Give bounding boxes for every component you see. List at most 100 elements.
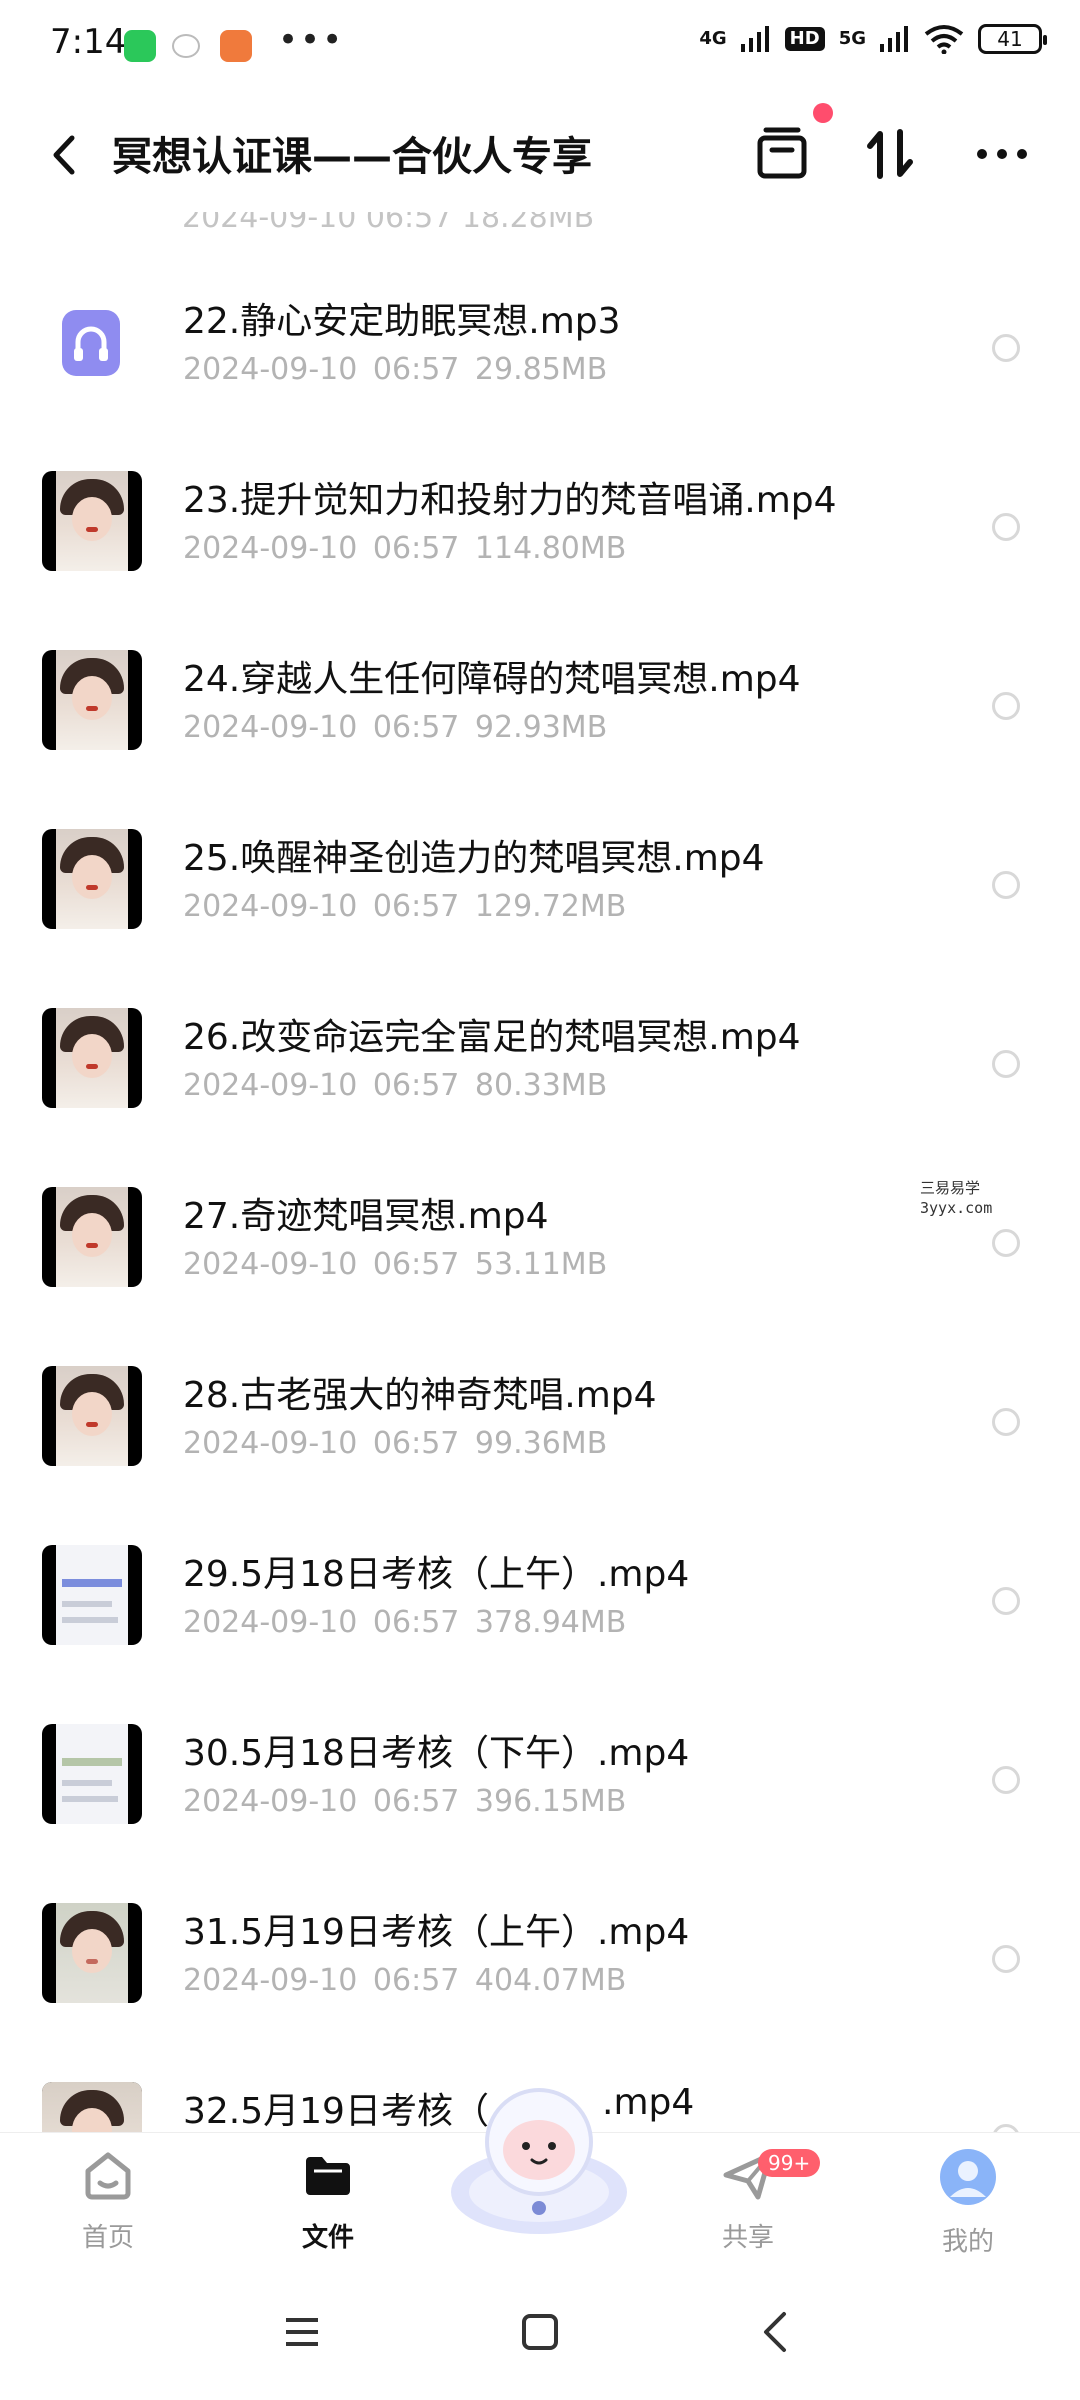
notification-dot [813, 103, 833, 123]
select-radio[interactable] [992, 1587, 1020, 1615]
file-date: 2024-09-10 [183, 889, 358, 924]
file-size: 404.07MB [474, 1963, 627, 1998]
video-thumbnail [42, 1903, 142, 2003]
file-size: 99.36MB [474, 1426, 608, 1461]
file-name: 23.提升觉知力和投射力的梵音唱诵.mp4 [183, 480, 837, 521]
file-row[interactable]: 27.奇迹梵唱冥想.mp4 2024-09-10 06:57 53.11MB [0, 1165, 1080, 1344]
folder-icon [306, 2157, 350, 2195]
partial-file-meta: 2024-09-10 06:57 18.28MB [182, 212, 595, 235]
signal-5g-label: 5G [838, 28, 866, 49]
top-bar: 冥想认证课——合伙人专享 [0, 100, 1080, 210]
select-radio[interactable] [992, 1229, 1020, 1257]
back-arrow-icon[interactable] [44, 130, 84, 180]
assistant-mascot-button[interactable] [444, 2080, 634, 2240]
select-radio[interactable] [992, 2124, 1020, 2132]
more-options-icon[interactable] [972, 124, 1032, 184]
select-radio[interactable] [992, 1945, 1020, 1973]
file-size: 53.11MB [474, 1247, 608, 1282]
file-meta: 2024-09-10 06:57 80.33MB [183, 1068, 607, 1103]
share-count-badge: 99+ [758, 2149, 821, 2177]
file-time: 06:57 [372, 1963, 460, 1998]
file-name: 27.奇迹梵唱冥想.mp4 [183, 1196, 549, 1237]
video-thumbnail [42, 1008, 142, 1108]
wifi-icon [924, 25, 964, 54]
file-meta: 2024-09-10 06:57 378.94MB [183, 1605, 626, 1640]
file-meta: 2024-09-10 06:57 53.11MB [183, 1247, 607, 1282]
video-thumbnail [42, 1366, 142, 1466]
file-meta: 2024-09-10 06:57 396.15MB [183, 1784, 626, 1819]
battery-indicator: 41 [978, 24, 1047, 54]
file-size: 114.80MB [474, 531, 627, 566]
nav-files[interactable]: 文件 [268, 2147, 388, 2254]
file-date: 2024-09-10 [183, 710, 358, 745]
file-time: 06:57 [372, 531, 460, 566]
file-time: 06:57 [372, 889, 460, 924]
select-radio[interactable] [992, 871, 1020, 899]
home-square-icon[interactable] [520, 2312, 560, 2352]
select-radio[interactable] [992, 692, 1020, 720]
file-row[interactable]: 30.5月18日考核（下午）.mp4 2024-09-10 06:57 396.… [0, 1702, 1080, 1881]
file-meta: 2024-09-10 06:57 114.80MB [183, 531, 626, 566]
file-meta: 2024-09-10 06:57 404.07MB [183, 1963, 626, 1998]
status-time: 7:14 [50, 22, 127, 62]
file-list: 2024-09-10 06:57 18.28MB 22.静心安定助眠冥想.mp3… [0, 212, 1080, 2132]
home-icon [85, 2152, 131, 2200]
shopping-app-icon [220, 30, 252, 62]
wechat-icon [124, 30, 156, 62]
file-row[interactable]: 28.古老强大的神奇梵唱.mp4 2024-09-10 06:57 99.36M… [0, 1344, 1080, 1523]
file-size: 378.94MB [474, 1605, 627, 1640]
status-indicators: 4G HD 5G 41 [699, 24, 1047, 54]
file-time: 06:57 [372, 1605, 460, 1640]
video-thumbnail [42, 650, 142, 750]
file-row[interactable]: 23.提升觉知力和投射力的梵音唱诵.mp4 2024-09-10 06:57 1… [0, 449, 1080, 628]
select-radio[interactable] [992, 334, 1020, 362]
video-thumbnail [42, 829, 142, 929]
file-date: 2024-09-10 [183, 1426, 358, 1461]
file-date: 2024-09-10 [183, 1247, 358, 1282]
transfer-list-icon[interactable] [752, 124, 812, 184]
nav-share-label: 共享 [721, 2223, 774, 2253]
system-back-icon[interactable] [756, 2310, 796, 2354]
watermark-title: 三易易学 [920, 1179, 981, 1197]
file-name: 30.5月18日考核（下午）.mp4 [183, 1733, 690, 1774]
video-thumbnail [42, 1545, 142, 1645]
file-size: 396.15MB [474, 1784, 627, 1819]
select-radio[interactable] [992, 1050, 1020, 1078]
file-size: 92.93MB [474, 710, 608, 745]
file-name: 26.改变命运完全富足的梵唱冥想.mp4 [183, 1017, 801, 1058]
avatar-icon [940, 2149, 996, 2205]
file-time: 06:57 [372, 710, 460, 745]
file-name: 22.静心安定助眠冥想.mp3 [183, 301, 621, 342]
file-date: 2024-09-10 [183, 352, 358, 387]
nav-share[interactable]: 99+ 共享 [688, 2147, 821, 2254]
signal-bars-icon [740, 26, 769, 52]
cloud-app-icon [172, 34, 200, 58]
file-name: 28.古老强大的神奇梵唱.mp4 [183, 1375, 657, 1416]
video-thumbnail [42, 2082, 142, 2132]
select-radio[interactable] [992, 1408, 1020, 1436]
nav-home[interactable]: 首页 [48, 2147, 168, 2254]
system-nav-bar [0, 2272, 1080, 2400]
file-row[interactable]: 29.5月18日考核（上午）.mp4 2024-09-10 06:57 378.… [0, 1523, 1080, 1702]
nav-me[interactable]: 我的 [908, 2147, 1028, 2258]
file-row[interactable]: 31.5月19日考核（上午）.mp4 2024-09-10 06:57 404.… [0, 1881, 1080, 2060]
file-row[interactable]: 25.唤醒神圣创造力的梵唱冥想.mp4 2024-09-10 06:57 129… [0, 807, 1080, 986]
hd-label: HD [784, 27, 825, 51]
watermark: 三易易学 3yyx.com [920, 1178, 992, 1218]
sort-icon[interactable] [860, 124, 920, 184]
file-row[interactable]: 22.静心安定助眠冥想.mp3 2024-09-10 06:57 29.85MB [0, 270, 1080, 449]
select-radio[interactable] [992, 513, 1020, 541]
more-notifications-icon: ••• [278, 20, 345, 60]
file-row[interactable]: 26.改变命运完全富足的梵唱冥想.mp4 2024-09-10 06:57 80… [0, 986, 1080, 1165]
nav-me-label: 我的 [941, 2227, 994, 2257]
menu-icon[interactable] [282, 2312, 322, 2352]
file-date: 2024-09-10 [183, 531, 358, 566]
video-thumbnail [42, 1187, 142, 1287]
nav-home-label: 首页 [81, 2223, 134, 2253]
file-row[interactable]: 24.穿越人生任何障碍的梵唱冥想.mp4 2024-09-10 06:57 92… [0, 628, 1080, 807]
select-radio[interactable] [992, 1766, 1020, 1794]
file-time: 06:57 [372, 1426, 460, 1461]
file-name: 24.穿越人生任何障碍的梵唱冥想.mp4 [183, 659, 801, 700]
nav-files-label: 文件 [301, 2223, 354, 2253]
page-title: 冥想认证课——合伙人专享 [112, 134, 592, 180]
